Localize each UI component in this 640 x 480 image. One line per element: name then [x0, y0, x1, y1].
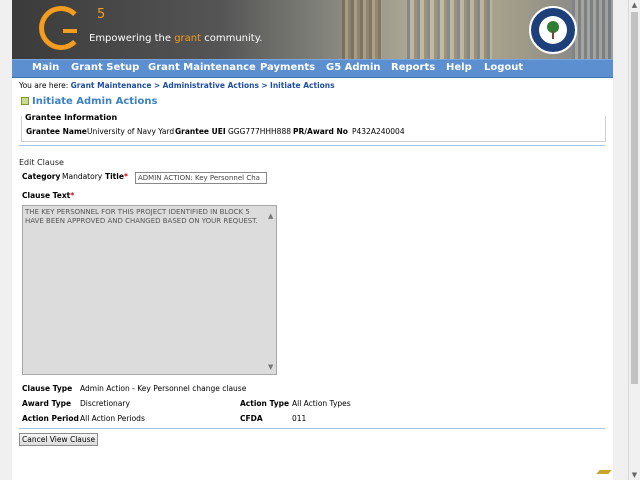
grantee-info-legend: Grantee Information — [24, 113, 119, 122]
department-seal-icon — [529, 6, 577, 54]
nav-help[interactable]: Help — [446, 62, 472, 73]
page-title: Initiate Admin Actions — [32, 96, 158, 107]
section-bullet-icon — [21, 97, 29, 105]
grantee-uei-label: Grantee UEI — [175, 127, 226, 136]
grantee-uei-value: GGG777HHH888 — [228, 127, 291, 136]
nav-main[interactable]: Main — [32, 62, 59, 73]
breadcrumb-prefix: You are here: — [19, 81, 69, 90]
clause-text-label: Clause Text* — [22, 191, 75, 200]
page-scroll-thumb[interactable] — [631, 12, 638, 384]
clause-text-area[interactable]: THE KEY PERSONNEL FOR THIS PROJECT IDENT… — [22, 205, 277, 375]
nav-grant-maintenance[interactable]: Grant Maintenance — [148, 62, 256, 73]
action-type-value: All Action Types — [292, 399, 351, 408]
category-label: Category — [22, 172, 61, 181]
divider — [19, 428, 605, 429]
cancel-view-clause-button[interactable]: Cancel View Clause — [19, 433, 99, 446]
scroll-down-icon[interactable]: ▼ — [268, 363, 273, 371]
main-nav: Main Grant Setup Grant Maintenance Payme… — [12, 59, 613, 78]
nav-reports[interactable]: Reports — [391, 62, 435, 73]
page-content: 5 Empowering the grant community. Main G… — [12, 0, 613, 480]
action-period-label: Action Period — [22, 414, 79, 423]
award-no-value: P432A240004 — [352, 127, 405, 136]
grantee-name-value: University of Navy Yard — [87, 127, 175, 136]
category-value: Mandatory — [62, 172, 103, 181]
action-type-label: Action Type — [240, 399, 290, 408]
header-banner: 5 Empowering the grant community. — [12, 0, 613, 59]
grantee-name-label: Grantee Name — [26, 127, 87, 136]
breadcrumb-grant-maintenance[interactable]: Grant Maintenance — [71, 81, 152, 90]
award-type-value: Discretionary — [80, 399, 130, 408]
award-no-label: PR/Award No — [293, 127, 348, 136]
page-scroll-up-icon[interactable]: ▲ — [630, 0, 639, 10]
award-type-label: Award Type — [22, 399, 72, 408]
breadcrumb: You are here: Grant Maintenance > Admini… — [19, 81, 335, 90]
edit-clause-heading: Edit Clause — [19, 158, 64, 167]
cfda-label: CFDA — [240, 414, 263, 423]
page-scroll-down-icon[interactable]: ▼ — [630, 470, 639, 480]
nav-logout[interactable]: Logout — [484, 62, 523, 73]
clause-type-value: Admin Action - Key Personnel change clau… — [80, 384, 247, 393]
nav-grant-setup[interactable]: Grant Setup — [71, 62, 139, 73]
footer-accent-icon — [596, 470, 612, 474]
clause-type-label: Clause Type — [22, 384, 73, 393]
breadcrumb-initiate-actions[interactable]: Initiate Actions — [270, 81, 335, 90]
page-scrollbar[interactable]: ▲ ▼ — [628, 0, 640, 480]
nav-g5-admin[interactable]: G5 Admin — [326, 62, 381, 73]
action-period-value: All Action Periods — [80, 414, 145, 423]
clause-text-content: THE KEY PERSONNEL FOR THIS PROJECT IDENT… — [25, 208, 258, 225]
divider — [19, 145, 605, 146]
nav-payments[interactable]: Payments — [260, 62, 315, 73]
title-label: Title* — [105, 172, 128, 181]
tagline: Empowering the grant community. — [89, 33, 263, 44]
scroll-up-icon[interactable]: ▲ — [268, 212, 273, 220]
breadcrumb-administrative-actions[interactable]: Administrative Actions — [163, 81, 259, 90]
g5-logo-icon — [39, 6, 83, 50]
g5-logo-superscript: 5 — [97, 7, 106, 22]
title-input[interactable]: ADMIN ACTION: Key Personnel Cha — [135, 172, 267, 184]
clause-text-scrollbar[interactable]: ▲ ▼ — [268, 206, 277, 374]
cfda-value: 011 — [292, 414, 307, 423]
